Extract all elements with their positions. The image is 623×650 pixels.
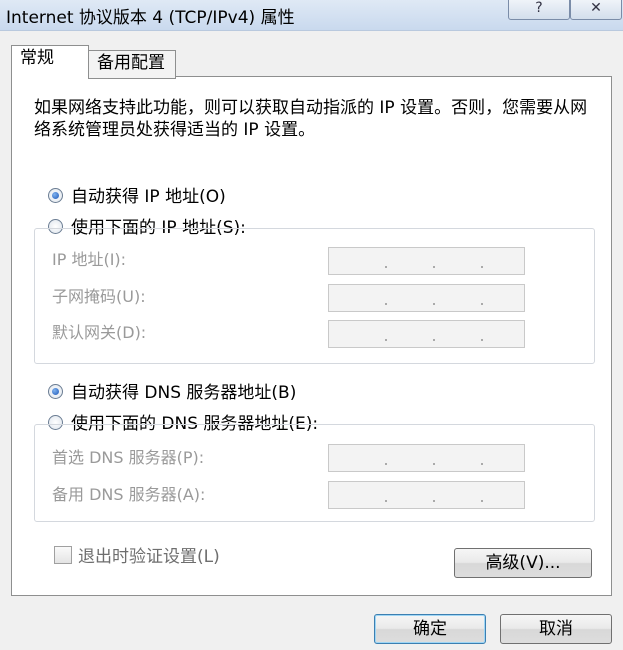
tab-general[interactable]: 常规 [11, 45, 89, 78]
default-gateway-input[interactable] [328, 320, 525, 348]
ip-auto-option[interactable]: 自动获得 IP 地址(O) [48, 186, 226, 208]
radio-selected-icon[interactable] [48, 384, 63, 399]
ok-button[interactable]: 确定 [374, 614, 486, 644]
subnet-mask-label: 子网掩码(U): [52, 287, 146, 306]
preferred-dns-label: 首选 DNS 服务器(P): [52, 448, 205, 467]
help-button[interactable]: ? [508, 0, 570, 20]
default-gateway-label: 默认网关(D): [52, 323, 147, 342]
alternate-dns-input[interactable] [328, 481, 525, 509]
alternate-dns-label: 备用 DNS 服务器(A): [52, 485, 206, 504]
tab-alternate-configuration[interactable]: 备用配置 [88, 50, 176, 79]
ip-address-input[interactable] [328, 247, 525, 275]
validate-checkbox[interactable] [54, 546, 72, 564]
preferred-dns-input[interactable] [328, 444, 525, 472]
title-bar: Internet 协议版本 4 (TCP/IPv4) 属性 ? ✕ [0, 0, 623, 31]
validate-on-exit-option[interactable]: 退出时验证设置(L) [54, 546, 220, 568]
description-text: 如果网络支持此功能，则可以获取自动指派的 IP 设置。否则，您需要从网络系统管理… [34, 98, 588, 140]
dns-auto-label: 自动获得 DNS 服务器地址(B) [71, 383, 297, 403]
ip-auto-label: 自动获得 IP 地址(O) [71, 187, 226, 207]
close-button[interactable]: ✕ [570, 0, 622, 20]
radio-selected-icon[interactable] [48, 188, 63, 203]
ip-address-label: IP 地址(I): [52, 250, 127, 269]
dns-auto-option[interactable]: 自动获得 DNS 服务器地址(B) [48, 382, 296, 404]
window-title: Internet 协议版本 4 (TCP/IPv4) 属性 [6, 8, 295, 28]
subnet-mask-input[interactable] [328, 284, 525, 312]
cancel-button[interactable]: 取消 [500, 614, 612, 644]
validate-label: 退出时验证设置(L) [78, 547, 220, 567]
advanced-button[interactable]: 高级(V)... [454, 548, 592, 578]
